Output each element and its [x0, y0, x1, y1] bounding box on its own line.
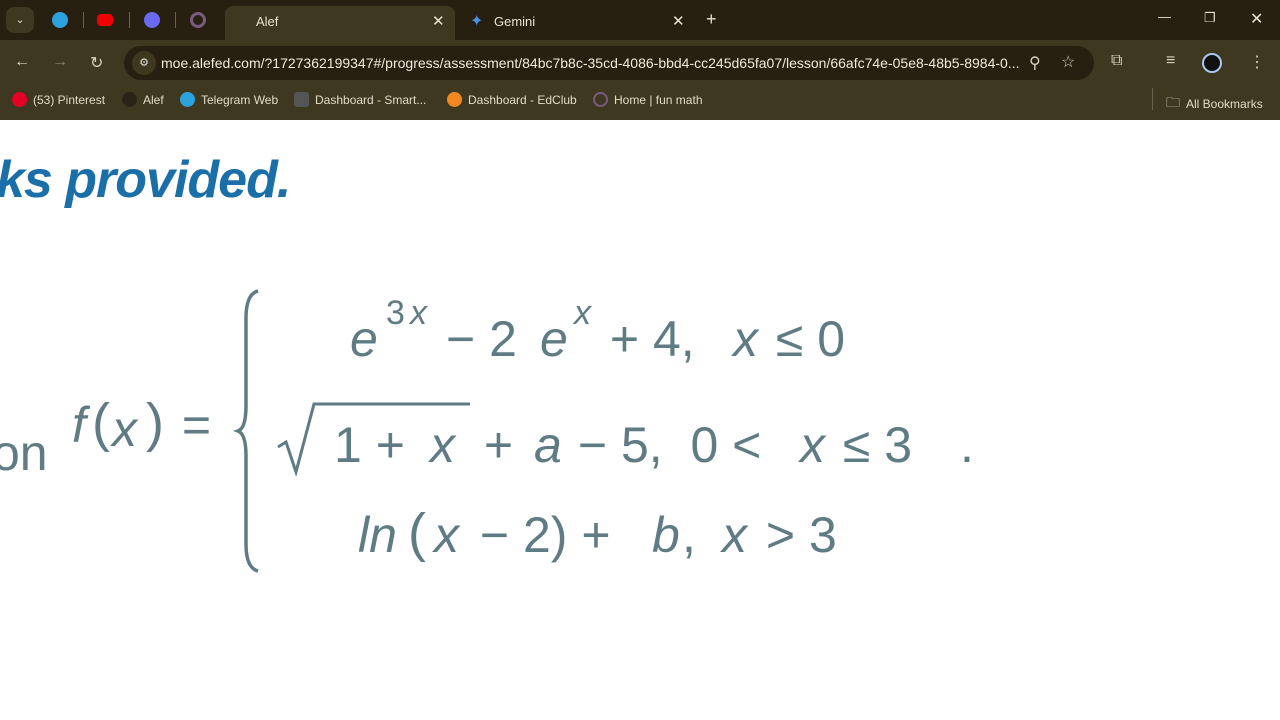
math-token: ln	[358, 507, 397, 563]
math-token: ≤ 0	[762, 311, 846, 367]
math-token: (	[92, 393, 110, 453]
close-window-button[interactable]: ✕	[1250, 9, 1263, 29]
math-token: 1 +	[334, 417, 419, 473]
bookmark-label: Telegram Web	[201, 92, 279, 107]
prefix-text: on	[0, 425, 48, 481]
bookmark-label: Home | fun math	[614, 92, 703, 107]
math-token: − 2	[446, 311, 531, 367]
reload-icon[interactable]: ↻	[90, 53, 103, 73]
close-icon[interactable]: ✕	[432, 12, 445, 30]
restore-button[interactable]: ❐	[1204, 10, 1216, 26]
telegram-icon[interactable]	[52, 12, 68, 28]
math-token: x	[800, 417, 825, 473]
math-token: − 5, 0 <	[564, 417, 776, 473]
math-token: )	[146, 393, 164, 453]
new-tab-button[interactable]: +	[706, 9, 717, 30]
gemini-icon: ✦	[470, 13, 484, 30]
bookmark-dashboard-smart[interactable]: Dashboard - Smart...	[294, 92, 426, 107]
close-icon[interactable]: ✕	[672, 12, 685, 30]
site-info-icon[interactable]: ⚙	[132, 51, 156, 75]
math-token: +	[470, 417, 527, 473]
math-token: x	[574, 294, 591, 332]
tab-separator	[175, 12, 176, 28]
avatar[interactable]	[1202, 53, 1222, 73]
bookmark-fun-math[interactable]: Home | fun math	[593, 92, 703, 107]
minimize-button[interactable]: —	[1158, 9, 1171, 24]
math-token: − 2) +	[466, 507, 625, 563]
math-token: x	[112, 401, 137, 457]
url-text[interactable]: moe.alefed.com/?1727362199347#/progress/…	[161, 55, 1020, 71]
math-token: x	[430, 417, 455, 473]
left-brace	[233, 289, 259, 573]
math-token: f	[72, 397, 86, 453]
pinterest-icon	[12, 92, 27, 107]
youtube-icon[interactable]	[97, 14, 113, 26]
tab-title: Gemini	[494, 14, 536, 29]
menu-icon[interactable]: ⋮	[1249, 52, 1265, 72]
bookmark-label: (53) Pinterest	[33, 92, 106, 107]
bookmark-label: Dashboard - EdClub	[468, 92, 577, 107]
math-token: x	[733, 311, 758, 367]
tab-gemini[interactable]: ✦ Gemini ✕	[460, 6, 695, 40]
bookmark-telegram[interactable]: Telegram Web	[180, 92, 278, 107]
bookmark-label: Alef	[143, 92, 164, 107]
media-icon[interactable]: ≡	[1166, 52, 1175, 70]
math-token: ,	[682, 507, 724, 563]
math-token: x	[722, 507, 747, 563]
bookmark-alef[interactable]: Alef	[122, 92, 164, 107]
telegram-icon	[180, 92, 195, 107]
math-token: > 3	[752, 507, 837, 563]
trophy-icon	[294, 92, 309, 107]
tab-search-button[interactable]: ⌄	[6, 7, 34, 33]
edclub-icon	[447, 92, 462, 107]
forward-icon[interactable]: →	[52, 53, 68, 71]
folder-icon: 🗀	[1166, 94, 1180, 110]
tab-alef[interactable]: Alef ✕	[225, 6, 455, 40]
extensions-icon[interactable]: ⧉	[1111, 52, 1122, 70]
math-token: (	[408, 503, 426, 563]
math-token: e	[540, 311, 568, 367]
math-token: x	[410, 294, 427, 332]
q-icon[interactable]	[144, 12, 160, 28]
tab-separator	[129, 12, 130, 28]
divider	[1152, 88, 1153, 110]
math-token: a	[534, 417, 562, 473]
math-token: ≤ 3	[829, 417, 913, 473]
all-bookmarks[interactable]: 🗀 All Bookmarks	[1166, 92, 1263, 116]
bookmark-label: Dashboard - Smart...	[315, 92, 427, 107]
address-bar[interactable]: ⚙ moe.alefed.com/?1727362199347#/progres…	[124, 46, 1094, 80]
bookmark-label: All Bookmarks	[1186, 97, 1263, 111]
circle-icon	[593, 92, 608, 107]
period: .	[960, 417, 974, 473]
math-token: + 4,	[596, 311, 723, 367]
zoom-icon[interactable]: ⚲	[1029, 53, 1041, 73]
bookmark-edclub[interactable]: Dashboard - EdClub	[447, 92, 577, 107]
tab-strip: ⌄ Alef ✕ ✦ Gemini ✕ + — ❐ ✕	[0, 0, 1280, 40]
alef-icon	[122, 92, 137, 107]
math-token: e	[350, 311, 378, 367]
tab-title: Alef	[256, 14, 279, 29]
bookmark-pinterest[interactable]: (53) Pinterest	[12, 92, 105, 107]
tab-separator	[83, 12, 84, 28]
instruction-heading: ks provided.	[0, 151, 291, 209]
math-token: =	[168, 397, 212, 453]
circle-icon[interactable]	[190, 12, 206, 28]
math-token: x	[434, 507, 459, 563]
star-icon[interactable]: ☆	[1061, 52, 1075, 72]
math-token: 3	[386, 294, 405, 332]
math-token: b	[652, 507, 680, 563]
toolbar: ← → ↻ ⚙ moe.alefed.com/?1727362199347#/p…	[0, 40, 1280, 120]
back-icon[interactable]: ←	[14, 53, 30, 71]
